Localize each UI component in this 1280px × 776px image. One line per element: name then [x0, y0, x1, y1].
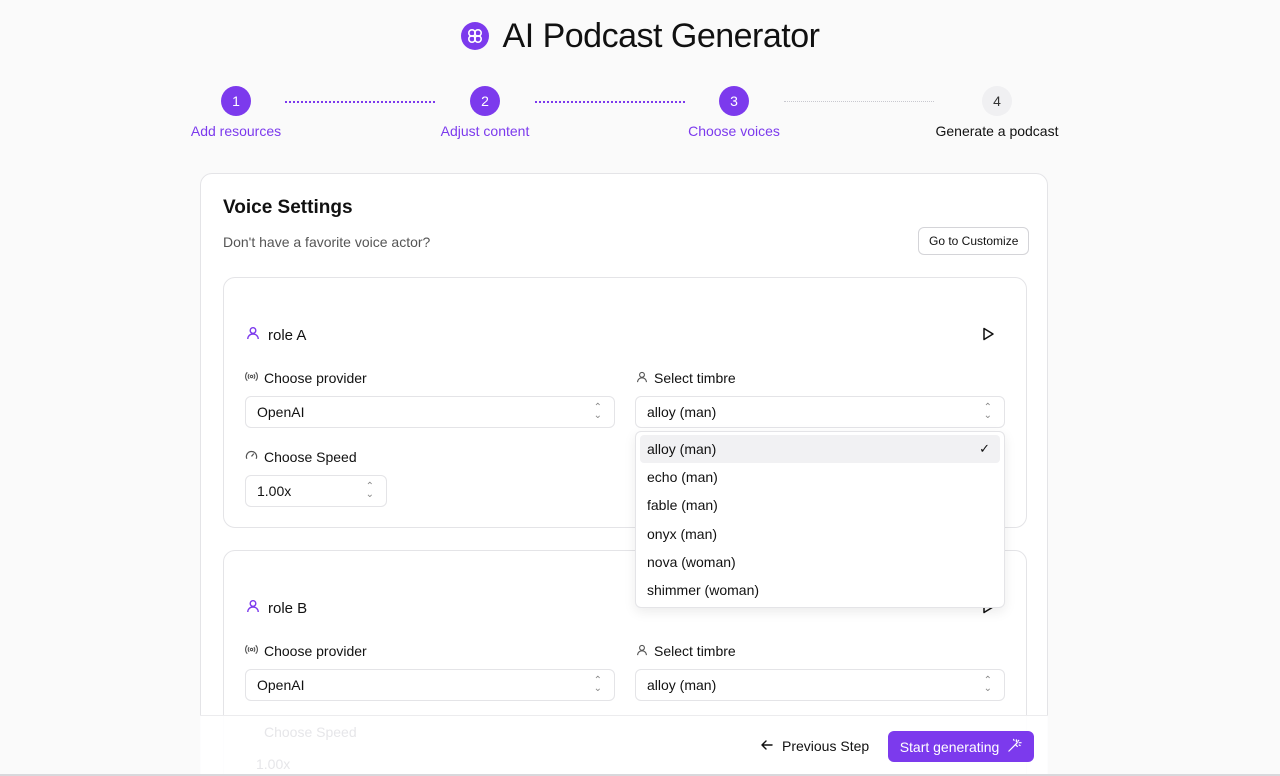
magic-wand-icon [1007, 738, 1022, 756]
start-generating-button[interactable]: Start generating [888, 731, 1034, 762]
step-label: Adjust content [440, 123, 530, 139]
broadcast-icon [245, 370, 258, 386]
speed-label: Choose Speed [245, 449, 357, 465]
select-value: alloy (man) [647, 404, 717, 420]
field-label-text: Choose Speed [264, 449, 357, 465]
button-label: Previous Step [782, 738, 870, 754]
timbre-option-shimmer[interactable]: shimmer (woman) [640, 576, 1000, 604]
user-icon [246, 599, 260, 617]
select-value: 1.00x [257, 483, 292, 499]
chevrons-up-down-icon: ⌃ ⌄ [983, 402, 992, 421]
option-label: nova (woman) [647, 553, 736, 570]
speed-value-obscured: 1.00x [256, 756, 291, 772]
step-label: Add resources [190, 123, 282, 139]
broadcast-icon [245, 643, 258, 659]
timbre-option-onyx[interactable]: onyx (man) [640, 520, 1000, 548]
chevrons-up-down-icon: ⌃ ⌄ [593, 675, 602, 694]
provider-label: Choose provider [245, 643, 367, 659]
role-a-header: role A [246, 326, 306, 344]
stepper: 1 Add resources 2 Adjust content 3 Choos… [0, 86, 1280, 146]
role-b-header: role B [246, 599, 307, 617]
field-label-text: Choose provider [264, 643, 367, 659]
sparkle-knot-icon [460, 22, 489, 50]
button-label: Start generating [899, 738, 1000, 755]
step-choose-voices[interactable]: 3 Choose voices [654, 86, 814, 139]
step-adjust-content[interactable]: 2 Adjust content [405, 86, 565, 139]
play-icon[interactable] [980, 326, 996, 342]
previous-step-button[interactable]: Previous Step [756, 731, 873, 761]
role-name: role B [268, 599, 308, 617]
timbre-option-echo[interactable]: echo (man) [640, 463, 1000, 491]
step-generate-podcast[interactable]: 4 Generate a podcast [917, 86, 1077, 139]
user-icon [636, 643, 648, 659]
role-name: role A [268, 326, 307, 344]
timbre-option-fable[interactable]: fable (man) [640, 491, 1000, 519]
select-value: OpenAI [257, 677, 305, 693]
step-number: 4 [982, 86, 1012, 116]
user-icon [636, 370, 648, 386]
timbre-label: Select timbre [636, 370, 736, 386]
timbre-select[interactable]: alloy (man) ⌃ ⌄ [635, 669, 1005, 701]
user-icon [246, 326, 260, 344]
arrow-left-icon [760, 738, 774, 755]
speed-label-obscured: Choose Speed [264, 724, 357, 740]
option-label: fable (man) [647, 497, 718, 514]
go-to-customize-button[interactable]: Go to Customize [918, 227, 1030, 255]
app-header: AI Podcast Generator [0, 14, 1280, 58]
timbre-option-nova[interactable]: nova (woman) [640, 548, 1000, 576]
field-label-text: Select timbre [654, 370, 736, 386]
section-subtitle: Don't have a favorite voice actor? [223, 234, 431, 250]
select-value: OpenAI [257, 404, 305, 420]
chevrons-up-down-icon: ⌃ ⌄ [983, 675, 992, 694]
option-label: onyx (man) [647, 525, 718, 542]
chevrons-up-down-icon: ⌃ ⌄ [593, 402, 602, 421]
step-label: Choose voices [688, 123, 780, 139]
step-label: Generate a podcast [935, 123, 1059, 139]
option-label: alloy (man) [647, 441, 717, 458]
step-number: 3 [719, 86, 749, 116]
timbre-label: Select timbre [636, 643, 736, 659]
step-number: 1 [221, 86, 251, 116]
provider-select[interactable]: OpenAI ⌃ ⌄ [245, 669, 615, 701]
check-icon: ✓ [979, 441, 990, 457]
step-add-resources[interactable]: 1 Add resources [156, 86, 316, 139]
provider-label: Choose provider [245, 370, 367, 386]
step-number: 2 [470, 86, 500, 116]
select-value: alloy (man) [647, 677, 717, 693]
page-title: AI Podcast Generator [502, 16, 820, 55]
section-title: Voice Settings [223, 197, 353, 218]
timbre-select[interactable]: alloy (man) ⌃ ⌄ [635, 396, 1005, 428]
footer-actions: Choose Speed 1.00x Previous Step Start g… [200, 715, 1048, 776]
chevrons-up-down-icon: ⌃ ⌄ [365, 481, 374, 500]
gauge-icon [245, 449, 258, 465]
field-label-text: Select timbre [654, 643, 736, 659]
speed-select[interactable]: 1.00x ⌃ ⌄ [245, 475, 387, 507]
provider-select[interactable]: OpenAI ⌃ ⌄ [245, 396, 615, 428]
timbre-option-alloy[interactable]: alloy (man) ✓ [640, 435, 1000, 464]
option-label: shimmer (woman) [647, 582, 760, 599]
option-label: echo (man) [647, 469, 718, 486]
field-label-text: Choose provider [264, 370, 367, 386]
timbre-dropdown: alloy (man) ✓ echo (man) fable (man) ony… [635, 431, 1005, 608]
